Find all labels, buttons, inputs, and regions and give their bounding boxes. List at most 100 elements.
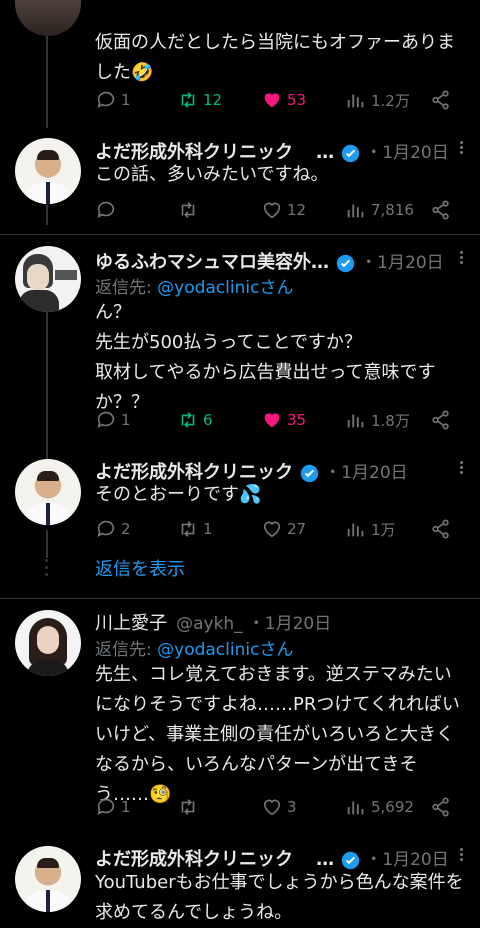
reply-to-suffix: さん bbox=[259, 278, 294, 298]
tweet-actions: 2 1 27 1万 bbox=[95, 516, 465, 542]
views-button[interactable]: 1万 bbox=[345, 516, 396, 542]
like-count: 3 bbox=[287, 798, 297, 816]
tweet-text: 仮面の人だとしたら当院にもオファーありました🤣 bbox=[95, 32, 455, 83]
views-count: 1.2万 bbox=[371, 91, 410, 110]
divider bbox=[0, 234, 480, 235]
reply-button[interactable]: 1 bbox=[95, 87, 131, 113]
like-button[interactable]: 35 bbox=[261, 407, 306, 433]
reply-to-line: 返信先: @yodaclinicさん bbox=[95, 635, 293, 660]
retweet-button[interactable] bbox=[177, 794, 203, 820]
tweet-date[interactable]: ・1月20日 bbox=[248, 614, 331, 634]
heart-icon bbox=[263, 799, 281, 816]
avatar[interactable] bbox=[15, 459, 81, 525]
tweet-actions: 1 6 35 1.8万 bbox=[95, 407, 465, 433]
retweet-button[interactable]: 6 bbox=[177, 407, 213, 433]
retweet-icon bbox=[181, 412, 195, 428]
reply-icon bbox=[97, 411, 115, 428]
thread-gap-dots bbox=[45, 559, 49, 576]
reply-button[interactable]: 1 bbox=[95, 794, 131, 820]
share-button[interactable] bbox=[430, 407, 456, 433]
views-icon bbox=[347, 414, 364, 428]
more-options-icon[interactable] bbox=[458, 249, 464, 269]
retweet-button[interactable]: 12 bbox=[177, 87, 222, 113]
show-replies-link[interactable]: 返信を表示 bbox=[95, 555, 185, 581]
views-count: 1.8万 bbox=[371, 411, 410, 430]
retweet-icon bbox=[181, 202, 195, 218]
views-icon bbox=[347, 204, 364, 218]
retweet-button[interactable]: 1 bbox=[177, 516, 213, 542]
share-button[interactable] bbox=[430, 794, 456, 820]
verified-badge-icon bbox=[336, 254, 355, 273]
tweet-date[interactable]: ・1月20日 bbox=[365, 850, 448, 870]
reply-button[interactable]: 2 bbox=[95, 516, 131, 542]
avatar[interactable] bbox=[15, 246, 81, 312]
reply-to-handle[interactable]: @yodaclinic bbox=[157, 640, 259, 660]
share-icon bbox=[432, 200, 449, 220]
views-button[interactable]: 7,816 bbox=[345, 197, 414, 223]
retweet-count: 12 bbox=[203, 91, 223, 109]
author-name[interactable]: ゆるふわマシュマロ美容外… bbox=[95, 252, 329, 273]
like-button[interactable]: 3 bbox=[261, 794, 297, 820]
reply-icon bbox=[97, 520, 115, 537]
reply-count: 1 bbox=[121, 798, 131, 816]
retweet-button[interactable] bbox=[177, 197, 203, 223]
like-count: 35 bbox=[287, 411, 307, 429]
views-button[interactable]: 1.2万 bbox=[345, 87, 410, 113]
reply-button[interactable]: 1 bbox=[95, 407, 131, 433]
reply-icon bbox=[97, 201, 115, 218]
reply-to-handle[interactable]: @yodaclinic bbox=[157, 278, 259, 298]
reply-button[interactable] bbox=[95, 197, 121, 223]
views-icon bbox=[347, 801, 364, 815]
thread-line bbox=[46, 312, 48, 462]
views-icon bbox=[347, 94, 364, 108]
like-count: 12 bbox=[287, 201, 307, 219]
views-count: 7,816 bbox=[371, 201, 414, 219]
share-icon bbox=[432, 90, 449, 110]
tweet-actions: 12 7,816 bbox=[95, 197, 465, 223]
thread-line bbox=[46, 530, 48, 558]
tweet-actions: 1 3 5,692 bbox=[95, 794, 465, 820]
heart-icon bbox=[263, 202, 281, 219]
tweet-text: この話、多いみたいですね。 bbox=[95, 164, 329, 185]
reply-count: 2 bbox=[121, 520, 131, 538]
like-button[interactable]: 27 bbox=[261, 516, 306, 542]
tweet-text: YouTuberもお仕事でしょうから色んな案件を求めてるんでしょうね。 bbox=[95, 872, 464, 923]
share-button[interactable] bbox=[430, 87, 456, 113]
more-options-icon[interactable] bbox=[458, 459, 464, 479]
views-button[interactable]: 5,692 bbox=[345, 794, 414, 820]
like-button[interactable]: 12 bbox=[261, 197, 306, 223]
retweet-icon bbox=[181, 799, 195, 815]
author-name[interactable]: よだ形成外科クリニック bbox=[95, 849, 293, 870]
avatar[interactable] bbox=[15, 846, 81, 912]
avatar[interactable] bbox=[15, 0, 81, 36]
like-button[interactable]: 53 bbox=[261, 87, 306, 113]
heart-filled-icon bbox=[264, 93, 280, 108]
more-options-icon[interactable] bbox=[458, 139, 464, 159]
views-button[interactable]: 1.8万 bbox=[345, 407, 410, 433]
like-count: 27 bbox=[287, 520, 307, 538]
share-button[interactable] bbox=[430, 197, 456, 223]
share-button[interactable] bbox=[430, 516, 456, 542]
reply-to-suffix: さん bbox=[259, 640, 294, 660]
reply-to-line: 返信先: @yodaclinicさん bbox=[95, 273, 293, 298]
retweet-count: 1 bbox=[203, 520, 213, 538]
author-name[interactable]: 川上愛子 bbox=[95, 613, 167, 634]
heart-icon bbox=[263, 521, 281, 538]
tweet-header: ゆるふわマシュマロ美容外… ・1月20日 bbox=[95, 248, 444, 274]
author-handle[interactable]: @aykh_ bbox=[176, 614, 243, 634]
thread-line bbox=[46, 205, 48, 225]
heart-filled-icon bbox=[264, 413, 280, 428]
tweet-header: 川上愛子 @aykh_ ・1月20日 bbox=[95, 609, 331, 635]
tweet-actions: 1 12 53 1.2万 bbox=[95, 87, 465, 113]
share-icon bbox=[432, 519, 449, 539]
reply-icon bbox=[97, 91, 115, 108]
retweet-icon bbox=[181, 92, 195, 108]
avatar[interactable] bbox=[15, 610, 81, 676]
tweet-date[interactable]: ・1月20日 bbox=[360, 253, 443, 273]
like-count: 53 bbox=[287, 91, 307, 109]
avatar[interactable] bbox=[15, 138, 81, 204]
retweet-count: 6 bbox=[203, 411, 213, 429]
reply-count: 1 bbox=[121, 91, 131, 109]
share-icon bbox=[432, 797, 449, 817]
more-options-icon[interactable] bbox=[458, 846, 464, 866]
